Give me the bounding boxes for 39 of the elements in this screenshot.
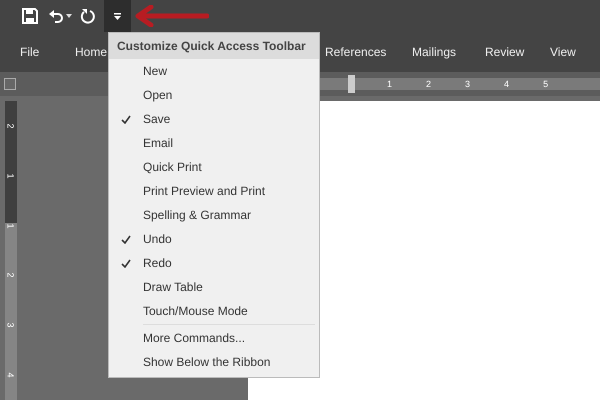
ruler-number: 5 — [543, 79, 548, 89]
menu-item[interactable]: Spelling & Grammar — [109, 203, 319, 227]
menu-item[interactable]: Undo — [109, 227, 319, 251]
ruler-number: 2 — [6, 272, 16, 278]
menu-item[interactable]: Touch/Mouse Mode — [109, 299, 319, 323]
menu-item[interactable]: Draw Table — [109, 275, 319, 299]
tab-selector-button[interactable] — [4, 78, 16, 90]
ribbon-tab[interactable]: File — [20, 45, 40, 59]
ruler-number: 3 — [6, 322, 16, 328]
menu-item[interactable]: Redo — [109, 251, 319, 275]
dropdown-icon — [114, 12, 121, 20]
ruler-number: 2 — [6, 123, 16, 128]
menu-item[interactable]: Email — [109, 131, 319, 155]
ruler-number: 1 — [387, 79, 392, 89]
menu-title: Customize Quick Access Toolbar — [109, 33, 319, 59]
menu-item[interactable]: New — [109, 59, 319, 83]
ruler-number: 4 — [504, 79, 510, 89]
ruler-number: 2 — [426, 79, 432, 89]
save-icon[interactable] — [22, 8, 38, 24]
menu-item[interactable]: Show Below the Ribbon — [109, 350, 319, 374]
ribbon-tab[interactable]: Review — [485, 45, 524, 59]
ruler-number: 1 — [6, 223, 16, 228]
ribbon-tab[interactable]: Home — [75, 45, 108, 59]
ribbon-tab[interactable]: Mailings — [412, 45, 456, 59]
menu-item[interactable]: Print Preview and Print — [109, 179, 319, 203]
menu-item[interactable]: Open — [109, 83, 319, 107]
ruler-number: 1 — [6, 173, 16, 178]
menu-item[interactable]: Save — [109, 107, 319, 131]
ruler-number: 3 — [465, 79, 470, 89]
customize-toolbar-button[interactable] — [104, 0, 131, 32]
ruler-number: 4 — [6, 372, 16, 378]
ribbon-tab[interactable]: View — [550, 45, 576, 59]
menu-item[interactable]: More Commands... — [109, 326, 319, 350]
caret-icon[interactable] — [66, 14, 72, 18]
indent-marker[interactable] — [348, 75, 355, 93]
redo-icon[interactable] — [80, 8, 96, 24]
menu-item[interactable]: Quick Print — [109, 155, 319, 179]
ribbon-tab[interactable]: References — [325, 45, 386, 59]
undo-icon[interactable] — [48, 8, 64, 24]
